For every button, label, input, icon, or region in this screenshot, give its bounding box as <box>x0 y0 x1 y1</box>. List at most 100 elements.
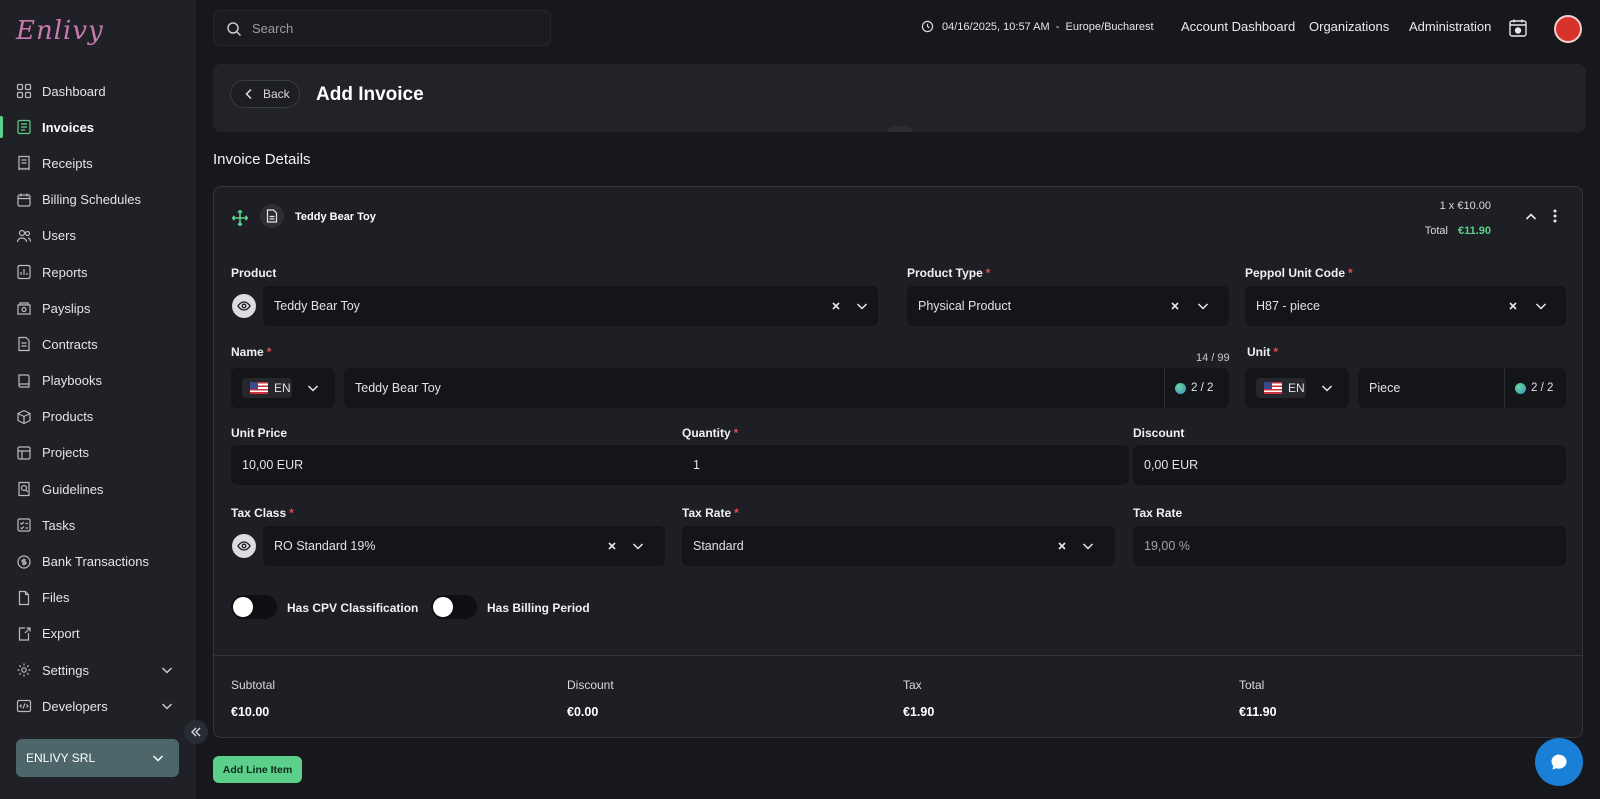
unit-language-select[interactable]: EN <box>1245 368 1349 408</box>
sidebar-item-label: Files <box>42 590 70 606</box>
clear-icon[interactable] <box>1057 541 1067 551</box>
nav-account-dashboard[interactable]: Account Dashboard <box>1181 19 1295 34</box>
clear-icon[interactable] <box>607 541 617 551</box>
quantity-value: 1 <box>693 458 700 472</box>
calendar-app-icon[interactable] <box>1508 18 1528 38</box>
calendar-icon <box>17 193 31 207</box>
sidebar-item-reports[interactable]: Reports <box>0 254 196 290</box>
export-icon <box>18 627 31 641</box>
line-item-qty-price: 1 x €10.00 <box>1439 200 1491 212</box>
discount-input[interactable]: 0,00 EUR <box>1133 445 1566 485</box>
chevron-down-icon[interactable] <box>631 539 645 553</box>
sidebar-item-playbooks[interactable]: Playbooks <box>0 363 196 399</box>
code-icon <box>16 700 32 713</box>
sidebar-item-bank-transactions[interactable]: Bank Transactions <box>0 543 196 579</box>
nav-administration[interactable]: Administration <box>1409 19 1491 34</box>
header-notch <box>888 126 912 132</box>
product-label: Product <box>231 266 277 280</box>
sidebar-item-invoices[interactable]: Invoices <box>0 109 196 145</box>
unit-price-value: 10,00 EUR <box>242 458 304 472</box>
subtotal-value: €10.00 <box>231 705 270 719</box>
unit-input[interactable]: Piece 2 / 2 <box>1358 368 1566 408</box>
tax-class-value: RO Standard 19% <box>274 539 376 553</box>
language-code: EN <box>274 381 291 395</box>
name-translations-button[interactable]: 2 / 2 <box>1164 368 1229 408</box>
sidebar-item-label: Projects <box>42 445 89 461</box>
clock-icon <box>921 20 934 33</box>
back-button[interactable]: Back <box>230 80 300 108</box>
sidebar-item-guidelines[interactable]: Guidelines <box>0 471 196 507</box>
sidebar-item-products[interactable]: Products <box>0 399 196 435</box>
discount-value: 0,00 EUR <box>1144 458 1199 472</box>
peppol-unit-code-select[interactable]: H87 - piece <box>1245 286 1566 326</box>
chat-button[interactable] <box>1535 738 1583 786</box>
chevron-down-icon[interactable] <box>855 299 869 313</box>
tax-class-select[interactable]: RO Standard 19% <box>263 526 665 566</box>
chevron-up-icon[interactable] <box>1524 210 1538 224</box>
chevron-down-icon[interactable] <box>1196 299 1210 313</box>
sidebar-item-settings[interactable]: Settings <box>0 652 196 688</box>
unit-price-label: Unit Price <box>231 426 288 440</box>
sidebar-item-label: Developers <box>42 698 108 714</box>
product-value: Teddy Bear Toy <box>274 299 360 313</box>
sidebar-item-receipts[interactable]: Receipts <box>0 145 196 181</box>
sidebar-item-projects[interactable]: Projects <box>0 435 196 471</box>
view-product-button[interactable] <box>232 294 256 318</box>
chevron-left-icon <box>245 88 252 100</box>
sidebar-item-label: Contracts <box>42 336 98 352</box>
datetime-separator: - <box>1049 20 1066 33</box>
chevron-down-icon <box>161 703 173 710</box>
name-input[interactable]: Teddy Bear Toy 2 / 2 <box>344 368 1229 408</box>
datetime-display: 04/16/2025, 10:57 AM - Europe/Bucharest <box>921 20 1154 33</box>
toggle-knob <box>233 597 253 617</box>
organization-select[interactable]: ENLIVY SRL <box>16 739 179 777</box>
double-chevron-left-icon <box>191 727 201 737</box>
user-avatar[interactable] <box>1554 15 1582 43</box>
drag-handle-icon[interactable] <box>231 209 249 227</box>
clear-icon[interactable] <box>1508 301 1518 311</box>
sidebar-item-label: Billing Schedules <box>42 192 142 208</box>
sidebar-item-files[interactable]: Files <box>0 580 196 616</box>
product-select[interactable]: Teddy Bear Toy <box>263 286 878 326</box>
nav-organizations[interactable]: Organizations <box>1309 19 1389 34</box>
search-input[interactable]: Search <box>213 10 551 46</box>
billing-period-toggle[interactable] <box>431 595 477 619</box>
product-type-select[interactable]: Physical Product <box>907 286 1229 326</box>
book-icon <box>18 373 30 388</box>
sidebar-item-contracts[interactable]: Contracts <box>0 326 196 362</box>
chevron-down-icon[interactable] <box>1534 299 1548 313</box>
language-pill: EN <box>1256 378 1306 398</box>
cpv-classification-toggle[interactable] <box>231 595 277 619</box>
total-summary-label: Total <box>1239 678 1265 692</box>
sidebar-item-label: Bank Transactions <box>42 554 149 570</box>
add-line-item-button[interactable]: Add Line Item <box>213 756 302 783</box>
clear-icon[interactable] <box>1170 301 1180 311</box>
sidebar-item-dashboard[interactable]: Dashboard <box>0 73 196 109</box>
view-tax-class-button[interactable] <box>232 534 256 558</box>
kebab-menu-icon[interactable] <box>1548 208 1562 224</box>
sidebar-item-developers[interactable]: Developers <box>0 688 196 724</box>
sidebar-item-export[interactable]: Export <box>0 616 196 652</box>
sidebar-item-billing-schedules[interactable]: Billing Schedules <box>0 182 196 218</box>
sidebar-item-payslips[interactable]: Payslips <box>0 290 196 326</box>
tax-summary-value: €1.90 <box>903 705 935 719</box>
contract-icon <box>18 337 30 352</box>
line-item-total-value: €11.90 <box>1457 225 1491 237</box>
dashboard-icon <box>16 83 32 99</box>
sidebar-item-tasks[interactable]: Tasks <box>0 507 196 543</box>
sidebar-item-users[interactable]: Users <box>0 218 196 254</box>
tax-rate-select[interactable]: Standard <box>682 526 1115 566</box>
chevron-down-icon[interactable] <box>1081 539 1095 553</box>
unit-translations-button[interactable]: 2 / 2 <box>1504 368 1566 408</box>
line-item-title: Teddy Bear Toy <box>295 211 376 223</box>
name-language-select[interactable]: EN <box>231 368 335 408</box>
collapse-sidebar-button[interactable] <box>184 720 208 744</box>
chevron-down-icon <box>1321 385 1333 392</box>
app-logo[interactable]: Enlivy <box>16 16 104 46</box>
quantity-input[interactable]: 1 <box>682 445 1129 485</box>
discount-summary-value: €0.00 <box>567 705 599 719</box>
sidebar-item-label: Dashboard <box>42 83 106 99</box>
clear-icon[interactable] <box>831 301 841 311</box>
tax-rate-select-value: Standard <box>693 539 744 553</box>
organization-name: ENLIVY SRL <box>26 751 96 765</box>
